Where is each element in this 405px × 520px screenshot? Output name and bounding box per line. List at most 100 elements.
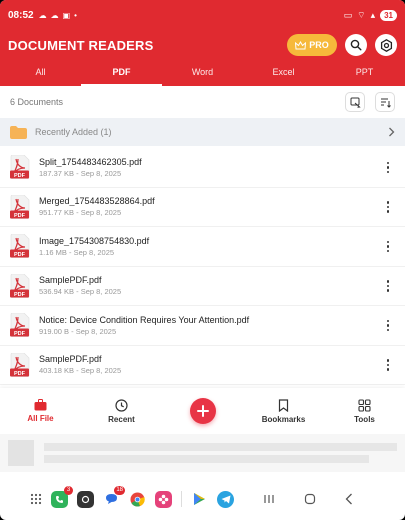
camera-icon [81,495,90,503]
pdf-badge-text: PDF [14,371,26,377]
crown-icon [295,40,307,49]
app-title: DOCUMENT READERS [8,37,154,53]
home-icon[interactable] [304,493,316,505]
back-icon[interactable] [345,493,353,505]
grid-tools-icon [358,398,371,412]
pdf-file-icon: PDF [10,313,30,338]
ad-line [44,443,397,451]
chrome-app-icon[interactable] [129,491,146,508]
pro-button[interactable]: PRO [287,34,337,56]
list-item[interactable]: PDF Image_1754308754830.pdf 1.16 MB - Se… [0,227,405,267]
app-drawer-icon[interactable] [30,493,42,505]
file-name: Split_1754483462305.pdf [39,156,142,167]
tab-all[interactable]: All [0,60,81,86]
file-meta: 1.16 MB - Sep 8, 2025 [39,247,115,257]
chat-bubble-icon [106,494,117,504]
notification-icons: ☁ ☁ ▣ • [39,11,77,20]
search-button[interactable] [345,34,367,56]
phone-badge: 3 [64,485,73,495]
pdf-file-icon: PDF [10,352,30,377]
app-screen: 08:52 ☁ ☁ ▣ • ▭ ⌔ ▴ 31 DOCUMENT READERS … [0,0,405,520]
status-right: ▭ ⌔ ▴ 31 [344,9,397,21]
pdf-badge-text: PDF [14,331,26,337]
tab-pdf[interactable]: PDF [81,60,162,86]
pdf-badge-text: PDF [14,173,26,179]
nav-tools[interactable]: Tools [324,398,405,424]
recent-apps-icon[interactable] [263,494,275,504]
add-button[interactable] [189,398,216,424]
more-options-button[interactable] [381,280,395,292]
more-options-button[interactable] [381,161,395,173]
search-icon [350,39,362,51]
list-item[interactable]: PDF Split_1754483462305.pdf 187.37 KB - … [0,148,405,188]
ad-banner-placeholder[interactable] [0,434,405,472]
folder-icon [10,125,27,139]
cloud-icon: ☁ [38,10,47,20]
more-options-button[interactable] [381,319,395,331]
messages-app-icon[interactable]: 18 [103,485,125,508]
list-item[interactable]: PDF Merged_1754483528864.pdf 951.77 KB -… [0,188,405,227]
play-store-icon [194,493,205,505]
battery-indicator: 31 [380,9,397,21]
list-item[interactable]: PDF Notice: Device Condition Requires Yo… [0,306,405,346]
more-options-button[interactable] [381,359,395,371]
file-list: PDF Split_1754483462305.pdf 187.37 KB - … [0,148,405,385]
more-options-button[interactable] [381,201,395,213]
ad-text-placeholder [44,439,397,467]
list-item[interactable]: PDF SamplePDF.pdf 403.18 KB - Sep 8, 202… [0,346,405,385]
chevron-right-icon [389,127,395,137]
tab-word[interactable]: Word [162,60,243,86]
pdf-badge-text: PDF [14,213,26,219]
recently-added-label: Recently Added (1) [35,127,112,137]
pro-label: PRO [309,40,329,50]
status-bar: 08:52 ☁ ☁ ▣ • ▭ ⌔ ▴ 31 [0,0,405,30]
document-count: 6 Documents [10,97,64,107]
document-count-row: 6 Documents [0,88,405,116]
bookmark-icon [278,398,289,412]
chrome-icon [130,492,145,506]
select-button[interactable] [345,92,365,112]
dock-divider [181,491,182,507]
nav-bookmarks[interactable]: Bookmarks [243,398,324,424]
app-header: DOCUMENT READERS PRO [0,30,405,60]
bottom-navigation: All File Recent Bookmarks Tools [0,388,405,434]
select-icon [350,97,361,108]
pdf-file-icon: PDF [10,234,30,259]
file-name: Image_1754308754830.pdf [39,235,150,246]
messages-badge: 18 [114,485,125,495]
nav-tools-label: Tools [354,414,375,424]
signal-icon: ▴ [370,9,376,20]
nav-recent[interactable]: Recent [81,398,162,424]
clock-icon [115,398,128,412]
sort-button[interactable] [375,92,395,112]
ad-thumbnail [8,440,34,466]
tab-ppt[interactable]: PPT [324,60,405,86]
play-store-app-icon[interactable] [191,491,208,508]
pdf-badge-text: PDF [14,292,26,298]
camera-app-icon[interactable] [77,490,94,508]
status-time: 08:52 [8,9,34,21]
gear-icon [380,38,392,52]
plus-icon [196,405,209,417]
file-meta: 919.00 B - Sep 8, 2025 [39,326,117,336]
tab-excel[interactable]: Excel [243,60,324,86]
more-options-button[interactable] [381,240,395,252]
file-meta: 187.37 KB - Sep 8, 2025 [39,168,122,178]
nav-all-file-label: All File [27,414,54,423]
paper-plane-icon [221,495,230,503]
list-item[interactable]: PDF SamplePDF.pdf 536.94 KB - Sep 8, 202… [0,267,405,306]
cloud-icon-2: ☁ [50,10,59,20]
recently-added-row[interactable]: Recently Added (1) [0,118,405,146]
briefcase-icon [34,399,47,411]
telegram-app-icon[interactable] [217,490,234,508]
file-name: SamplePDF.pdf [39,354,102,365]
phone-app-icon[interactable]: 3 [51,485,73,508]
nav-all-file[interactable]: All File [0,399,81,423]
file-type-tabs: All PDF Word Excel PPT [0,60,405,86]
dot-icon: • [74,10,77,20]
gallery-app-icon[interactable] [155,490,172,508]
pdf-badge-text: PDF [14,252,26,258]
settings-button[interactable] [375,34,397,56]
pdf-file-icon: PDF [10,194,30,219]
flower-icon [158,494,169,504]
